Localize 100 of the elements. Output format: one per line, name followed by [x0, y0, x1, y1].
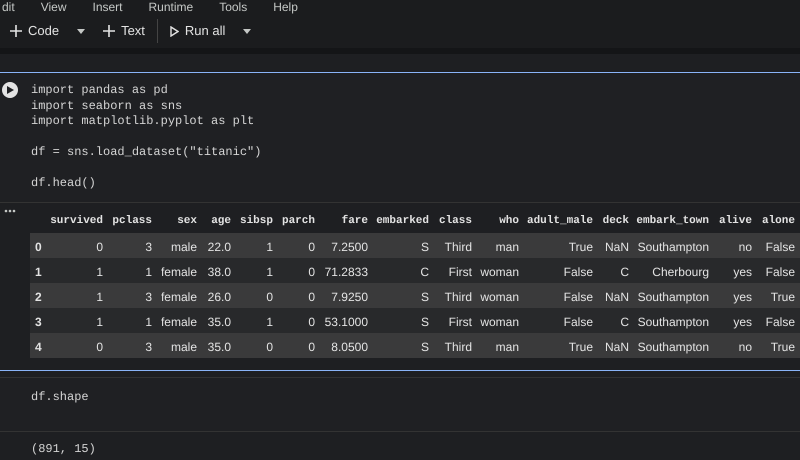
column-header: alone	[762, 214, 795, 228]
table-cell-text: 7.9250	[331, 288, 368, 306]
column-header: embarked	[376, 214, 429, 228]
row-index: 3	[35, 314, 42, 330]
table-cell-text: False	[564, 314, 593, 330]
table-cell-text: 0	[96, 238, 103, 256]
table-cell-text: Southampton	[638, 288, 709, 306]
table-cell-text: First	[448, 314, 472, 330]
column-header: embark_town	[636, 214, 709, 228]
play-icon	[170, 26, 179, 36]
table-cell-text: female	[160, 314, 197, 330]
caret-icon	[243, 28, 252, 34]
table-cell-text: Third	[444, 338, 472, 356]
column-header: age	[211, 214, 231, 228]
table-cell-text: False	[564, 288, 593, 306]
table-cell-text: 0	[266, 288, 273, 306]
table-cell-text: C	[420, 264, 429, 280]
table-cell-text: 0	[308, 264, 315, 280]
table-cell-text: yes	[733, 314, 752, 330]
table-cell-text: 35.0	[208, 314, 231, 330]
table-cell-text: False	[766, 264, 795, 280]
add-button[interactable]: Code	[6, 17, 64, 45]
column-header: who	[499, 214, 519, 228]
menu-item[interactable]: Runtime	[148, 1, 194, 14]
column-header: adult_male	[526, 214, 593, 228]
table-cell-text: 35.0	[208, 338, 231, 356]
table-cell-text: woman	[480, 264, 519, 280]
table-cell-text: 0	[308, 338, 315, 356]
table-cell-text: yes	[733, 264, 752, 280]
table-cell-text: 22.0	[208, 238, 231, 256]
run-all-button[interactable]: Run all	[166, 17, 230, 45]
column-header: parch	[282, 214, 315, 228]
menu-item[interactable]: View	[40, 1, 66, 14]
table-cell-text: 26.0	[208, 288, 231, 306]
table-cell-text: 1	[266, 264, 273, 280]
plus-icon	[10, 25, 22, 37]
table-cell-text: male	[170, 338, 197, 356]
table-cell-text: male	[170, 238, 197, 256]
table-cell-text: Southampton	[638, 238, 709, 256]
add-button[interactable]: Text	[99, 17, 149, 45]
table-cell-text: C	[620, 314, 629, 330]
table-cell-text: 0	[96, 338, 103, 356]
table-cell-text: 1	[145, 314, 152, 330]
table-cell-text: S	[420, 238, 429, 256]
table-cell-text: NaN	[604, 338, 629, 356]
table-cell-text: female	[160, 264, 197, 280]
code-text: import pandas as pd import seaborn as sns import matplotlib.pyplot as plt df = sns.load_dataset("titanic") df.head()	[31, 83, 262, 192]
row-index: 0	[35, 238, 42, 256]
code-text: df.shape	[31, 390, 89, 405]
table-cell-text: 0	[266, 338, 273, 356]
table-cell-text: woman	[480, 314, 519, 330]
table-cell-text: S	[420, 338, 429, 356]
table-cell-text: C	[620, 264, 629, 280]
table-cell-text: 3	[145, 288, 152, 306]
table-cell-text: 1	[96, 314, 103, 330]
row-index: 4	[35, 338, 42, 356]
table-cell-text: S	[420, 314, 429, 330]
output-text: (891, 15)	[31, 442, 97, 457]
table-cell-text: female	[160, 288, 197, 306]
column-header: survived	[50, 214, 103, 228]
table-cell-text: NaN	[604, 238, 629, 256]
table-cell-text: Third	[444, 288, 472, 306]
caret-icon	[77, 28, 86, 34]
row-index: 1	[35, 264, 42, 280]
table-cell-text: 7.2500	[331, 238, 368, 256]
table-cell-text: woman	[480, 288, 519, 306]
menu-item[interactable]: Tools	[219, 1, 248, 14]
table-cell-text: True	[568, 238, 593, 256]
menu-item[interactable]: Help	[273, 1, 298, 14]
code-editor[interactable]: df.shape	[0, 376, 800, 432]
table-cell-text: True	[568, 338, 593, 356]
more-icon[interactable]	[4, 208, 16, 212]
column-header: deck	[602, 214, 629, 228]
table-cell-text: 38.0	[208, 264, 231, 280]
play-icon	[6, 86, 14, 94]
table-cell-text: 71.2833	[324, 264, 368, 280]
column-header: sibsp	[240, 214, 273, 228]
table-cell-text: True	[770, 288, 795, 306]
table-cell-text: 1	[96, 264, 103, 280]
table-cell-text: no	[738, 338, 752, 356]
table-cell-text: Southampton	[638, 338, 709, 356]
table-cell-text: 1	[96, 288, 103, 306]
table-cell-text: 53.1000	[324, 314, 368, 330]
column-header: class	[438, 214, 472, 228]
table-cell-text: First	[448, 264, 472, 280]
column-header: fare	[342, 214, 368, 228]
table-cell-text: 1	[145, 264, 152, 280]
row-index: 2	[35, 288, 42, 306]
table-cell-text: Cherbourg	[652, 264, 709, 280]
table-cell-text: no	[738, 238, 752, 256]
column-header: pclass	[112, 214, 152, 228]
menu-item[interactable]: dit	[2, 1, 15, 14]
table-cell-text: man	[496, 338, 519, 356]
table-cell-text: False	[766, 314, 795, 330]
table-cell-text: 1	[266, 314, 273, 330]
table-cell-text: 0	[308, 288, 315, 306]
table-cell-text: 3	[145, 238, 152, 256]
table-cell-text: 3	[145, 338, 152, 356]
menu-item[interactable]: Insert	[92, 1, 122, 14]
table-cell-text: 0	[308, 238, 315, 256]
